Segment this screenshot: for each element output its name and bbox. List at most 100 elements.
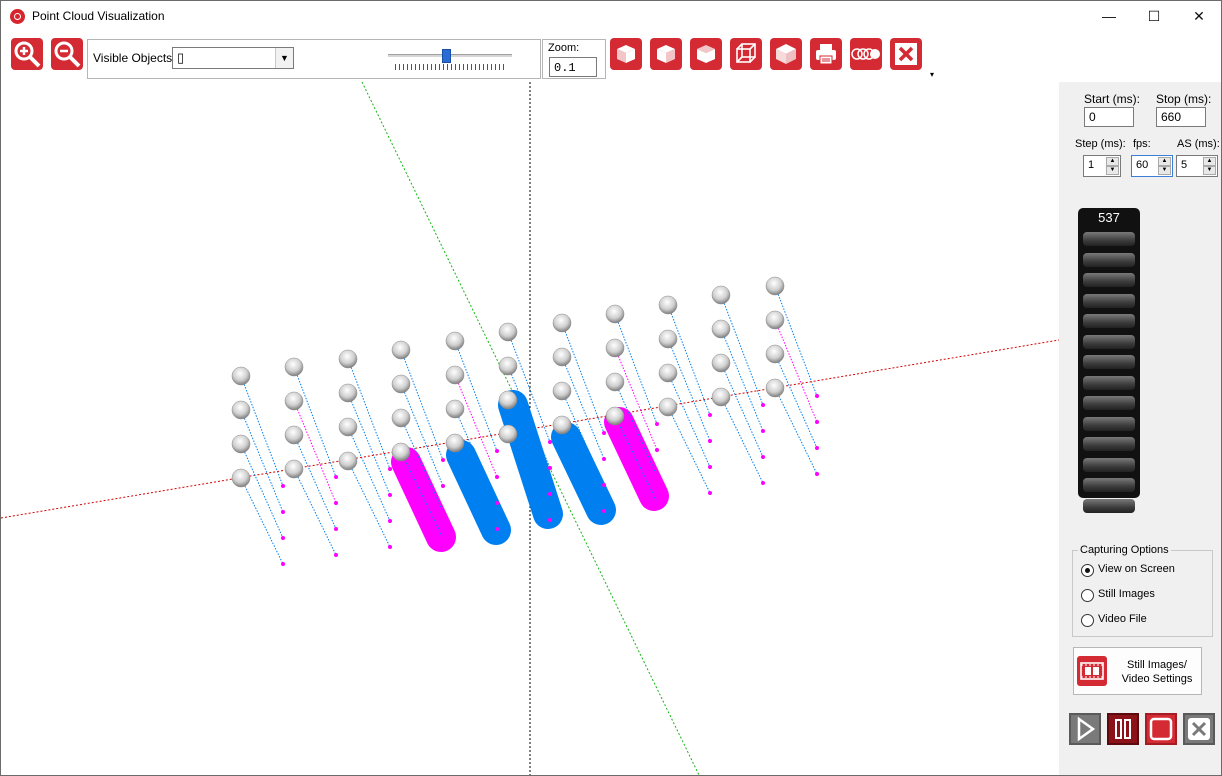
zoom-in-button[interactable] [11, 38, 43, 70]
solid-cube-icon [776, 44, 796, 64]
play-button[interactable] [1069, 713, 1101, 745]
marker-trajectory [293, 434, 337, 530]
point-sphere [498, 424, 518, 444]
close-all-button[interactable] [890, 38, 922, 70]
step-spinner[interactable]: 1 ▲ ▼ [1083, 155, 1121, 177]
trajectory-end-point [548, 440, 552, 444]
capsule-marker [391, 447, 456, 552]
view-wireframe-button[interactable] [730, 38, 762, 70]
point-sphere [338, 383, 358, 403]
marker-trajectory [240, 443, 284, 539]
close-playback-button[interactable] [1183, 713, 1215, 745]
point-sphere [658, 363, 678, 383]
marker-trajectory [240, 409, 284, 513]
radio-view-on-screen[interactable] [1081, 564, 1094, 577]
stop-input[interactable]: 660 [1156, 107, 1206, 127]
spin-down-icon[interactable]: ▼ [1158, 166, 1171, 175]
print-button[interactable] [810, 38, 842, 70]
frame-slider-segment [1083, 375, 1135, 390]
cube-left-icon [697, 45, 715, 63]
trajectory-end-point [495, 501, 499, 505]
zoom-in-icon [14, 41, 41, 68]
trajectory-end-point [655, 448, 659, 452]
visible-objects-combo[interactable]: ▯ ▼ [172, 47, 294, 69]
pause-button[interactable] [1107, 713, 1139, 745]
trajectory-end-point [708, 491, 712, 495]
chevron-down-icon[interactable]: ▼ [275, 48, 293, 68]
trajectory-end-point [388, 493, 392, 497]
frame-slider-segment [1083, 252, 1135, 267]
maximize-button[interactable]: ☐ [1131, 1, 1177, 32]
3d-viewport[interactable] [1, 81, 1060, 775]
start-input[interactable]: 0 [1084, 107, 1134, 127]
trajectory-end-point [388, 545, 392, 549]
settings-button-label: Still Images/ Video Settings [1121, 659, 1193, 685]
capsule-marker [498, 390, 563, 529]
marker-trajectory [240, 375, 284, 487]
option-view-on-screen[interactable]: View on Screen [1098, 563, 1175, 575]
stop-button[interactable] [1145, 713, 1177, 745]
still-images-video-settings-button[interactable]: Still Images/ Video Settings [1073, 647, 1202, 695]
view-left-button[interactable] [690, 38, 722, 70]
spin-down-icon[interactable]: ▼ [1203, 166, 1216, 175]
toggle-points-button[interactable] [850, 38, 882, 70]
point-sphere [284, 391, 304, 411]
visible-objects-value: ▯ [177, 50, 185, 65]
play-icon [1077, 716, 1096, 742]
trajectory-end-point [655, 500, 659, 504]
point-sphere [765, 310, 785, 330]
app-logo-icon [10, 9, 25, 24]
spin-up-icon[interactable]: ▲ [1106, 157, 1119, 166]
trajectory-end-point [761, 429, 765, 433]
film-strip-icon [1077, 656, 1107, 686]
point-sphere [445, 365, 465, 385]
radio-still-images[interactable] [1081, 589, 1094, 602]
view-front-button[interactable] [610, 38, 642, 70]
spin-up-icon[interactable]: ▲ [1203, 157, 1216, 166]
stop-label: Stop (ms): [1156, 92, 1212, 106]
trajectory-end-point [815, 472, 819, 476]
option-video-file[interactable]: Video File [1098, 613, 1147, 625]
trajectory-end-point [281, 484, 285, 488]
trajectory-end-point [602, 457, 606, 461]
view-solid-button[interactable] [770, 38, 802, 70]
trajectory-end-point [281, 536, 285, 540]
window-title: Point Cloud Visualization [32, 9, 165, 23]
point-cloud-scene[interactable] [1, 81, 1060, 775]
slider-ticks [395, 64, 507, 70]
frame-slider[interactable]: 537 [1078, 208, 1140, 513]
option-still-images[interactable]: Still Images [1098, 588, 1155, 600]
point-sphere [765, 276, 785, 296]
trajectory-end-point [388, 467, 392, 471]
zoom-out-button[interactable] [51, 38, 83, 70]
marker-trajectory [720, 294, 764, 406]
spin-down-icon[interactable]: ▼ [1106, 166, 1119, 175]
view-right-button[interactable] [650, 38, 682, 70]
trajectory-end-point [815, 394, 819, 398]
marker-trajectory [774, 285, 818, 397]
cube-front-icon [617, 45, 635, 63]
toolbar-overflow-icon[interactable]: ▾ [930, 70, 934, 79]
marker-trajectory [667, 338, 711, 442]
trajectory-end-point [334, 553, 338, 557]
point-sphere [391, 442, 411, 462]
point-sphere [338, 417, 358, 437]
as-spinner[interactable]: 5 ▲ ▼ [1176, 155, 1218, 177]
point-sphere [338, 349, 358, 369]
zoom-input[interactable]: 0.1 [549, 57, 597, 77]
point-sphere [552, 313, 572, 333]
trajectory-end-point [495, 475, 499, 479]
point-sphere [445, 331, 465, 351]
minimize-button[interactable]: — [1086, 1, 1132, 32]
spin-up-icon[interactable]: ▲ [1158, 157, 1171, 166]
frame-slider-segment [1083, 314, 1135, 328]
visible-objects-label: Visible Objects: [93, 51, 176, 65]
close-window-button[interactable]: ✕ [1176, 1, 1221, 32]
point-sphere [391, 340, 411, 360]
radio-video-file[interactable] [1081, 614, 1094, 627]
trajectory-end-point [708, 465, 712, 469]
zoom-slider-thumb[interactable] [442, 49, 451, 63]
frame-slider-segment [1083, 498, 1135, 513]
fps-spinner[interactable]: 60 ▲ ▼ [1131, 155, 1173, 177]
trajectory-end-point [281, 510, 285, 514]
